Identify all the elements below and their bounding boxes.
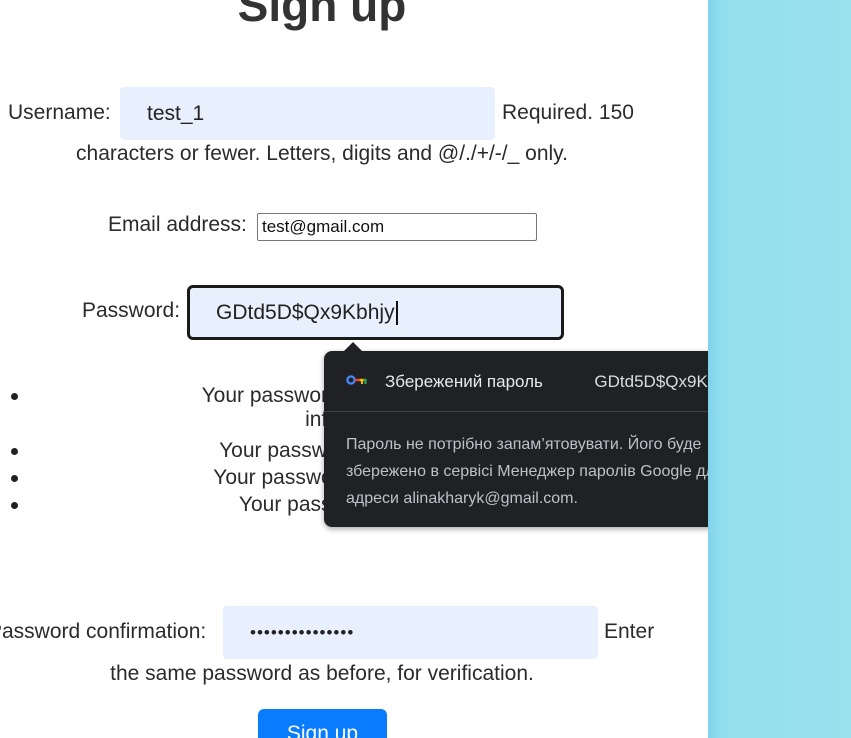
popup-note: Пароль не потрібно запам’ятовувати. Його…	[346, 436, 708, 507]
bullet-icon	[11, 502, 18, 509]
saved-password-suggestion[interactable]: Збережений пароль GDtd5D$Qx9Kbhjy	[324, 351, 708, 411]
confirmation-masked-value: •••••••••••••••	[250, 622, 355, 642]
email-value: test@gmail.com	[262, 217, 385, 236]
password-confirmation-input[interactable]: •••••••••••••••	[223, 606, 598, 659]
confirmation-help-line2: the same password as before, for verific…	[110, 662, 534, 685]
password-manager-popup: Збережений пароль GDtd5D$Qx9Kbhjy Пароль…	[324, 342, 708, 527]
bullet-icon	[11, 475, 18, 482]
text-caret	[395, 300, 398, 325]
username-help-line1: Required. 150	[502, 101, 634, 124]
page-title: Sign up	[237, 0, 407, 31]
password-label: Password:	[82, 299, 181, 322]
bullet-icon	[11, 393, 18, 400]
email-label: Email address:	[108, 213, 247, 236]
email-input[interactable]: test@gmail.com	[257, 213, 537, 241]
confirmation-label: Password confirmation:	[0, 620, 207, 643]
password-input[interactable]: GDtd5D$Qx9Kbhjy	[187, 285, 564, 340]
username-help-line2: characters or fewer. Letters, digits and…	[76, 142, 568, 165]
username-input[interactable]: test_1	[120, 87, 495, 140]
divider	[324, 411, 708, 412]
key-icon	[346, 375, 367, 385]
signup-page: Sign up Username: test_1 Required. 150 c…	[0, 0, 708, 738]
confirmation-help-line1: Enter	[604, 620, 655, 643]
suggested-password: GDtd5D$Qx9Kbhjy	[594, 372, 708, 391]
bullet-icon	[11, 448, 18, 455]
sign-up-button[interactable]: Sign up	[258, 709, 387, 738]
username-value: test_1	[147, 101, 205, 125]
password-value: GDtd5D$Qx9Kbhjy	[216, 300, 395, 324]
saved-password-label: Збережений пароль	[385, 372, 543, 391]
username-label: Username:	[8, 101, 111, 124]
side-panel	[708, 0, 851, 738]
